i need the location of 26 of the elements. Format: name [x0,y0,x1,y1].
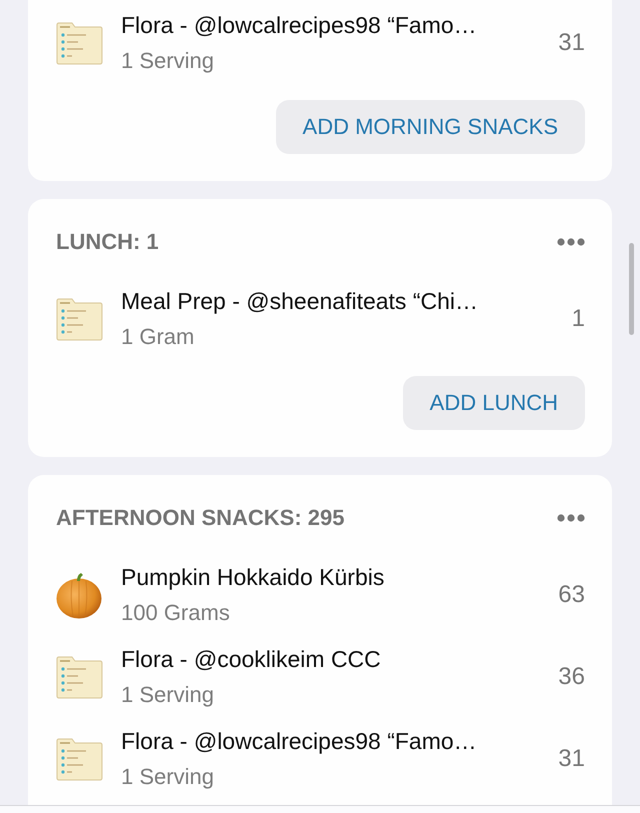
serving-amount: 1 Serving [121,763,215,791]
serving-amount: 1 Serving [121,47,215,75]
calories-value: 36 [558,663,585,691]
meal-title: LUNCH: 1 [56,229,159,255]
more-icon[interactable] [557,238,585,246]
recipe-card-icon [56,22,103,64]
food-name[interactable]: Pumpkin Hokkaido Kürbis [121,559,548,595]
recipe-card-icon [56,738,103,780]
recipe-card-icon [56,656,103,698]
meal-title: AFTERNOON SNACKS: 295 [56,505,344,531]
serving-amount: 1 Gram [121,323,196,351]
calories-value: 63 [558,581,585,609]
more-icon[interactable] [557,514,585,522]
serving-amount: 100 Grams [121,599,231,627]
serving-amount: 1 Serving [121,681,215,709]
food-name[interactable]: Flora - @lowcalrecipes98 “Famo… [121,723,548,759]
pumpkin-icon [56,572,102,618]
calories-value: 31 [558,29,585,57]
add-food-button[interactable]: ADD LUNCH [402,376,585,430]
food-name[interactable]: Flora - @cooklikeim CCC [121,641,548,677]
food-name[interactable]: Flora - @lowcalrecipes98 “Famo… [121,7,548,43]
calories-value: 31 [558,745,585,773]
food-name[interactable]: Meal Prep - @sheenafiteats “Chi… [121,283,562,319]
calories-value: 1 [572,305,585,333]
recipe-card-icon [56,298,103,340]
add-food-button[interactable]: ADD MORNING SNACKS [276,100,585,154]
